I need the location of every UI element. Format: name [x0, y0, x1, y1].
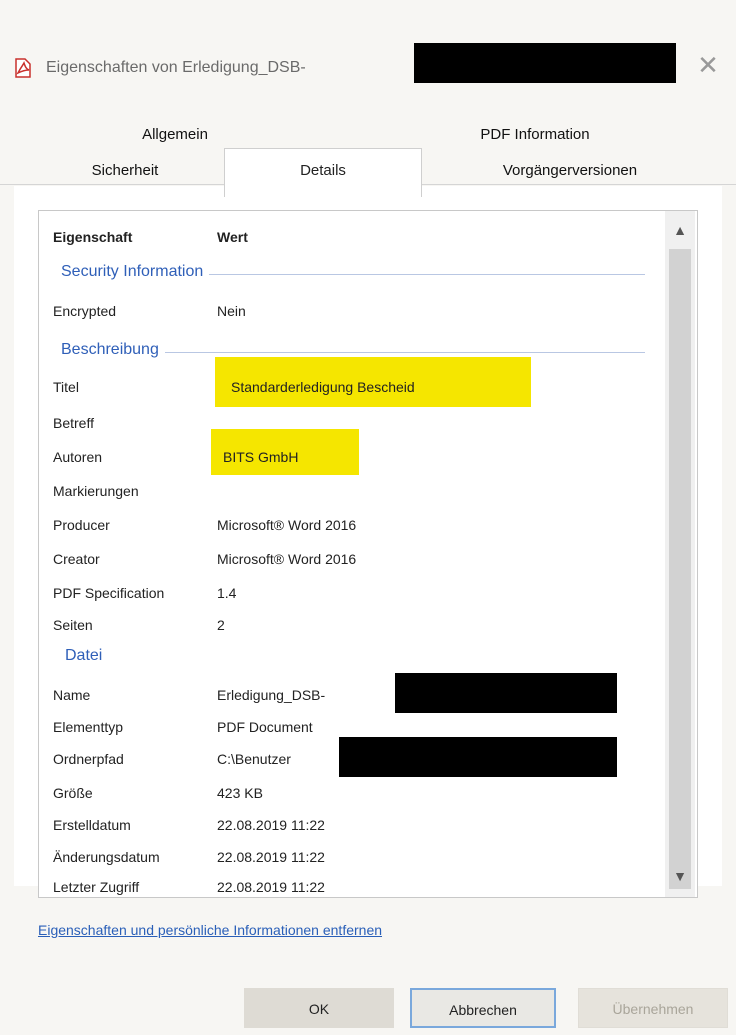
group-title: Security Information [61, 263, 210, 281]
list-item[interactable]: Änderungsdatum 22.08.2019 11:22 [39, 841, 659, 873]
property-name: Titel [53, 379, 79, 395]
property-value: Erledigung_DSB- [217, 687, 326, 703]
header-property[interactable]: Eigenschaft [53, 229, 132, 245]
redaction-bar [339, 737, 617, 777]
property-value: 22.08.2019 11:22 [217, 879, 325, 895]
list-header[interactable]: Eigenschaft Wert [39, 221, 659, 253]
list-item[interactable]: Größe 423 KB [39, 777, 659, 809]
redaction-bar [395, 673, 617, 713]
close-button[interactable]: ✕ [690, 47, 726, 83]
property-name: Ordnerpfad [53, 751, 124, 767]
tab-strip: Allgemein PDF Information Sicherheit Det… [0, 112, 736, 197]
header-value[interactable]: Wert [217, 229, 248, 245]
property-value: Microsoft® Word 2016 [217, 517, 357, 533]
property-name: Producer [53, 517, 110, 533]
list-item[interactable]: Seiten 2 [39, 609, 659, 641]
scroll-down-arrow-icon[interactable]: ▼ [665, 861, 695, 891]
window-title: Eigenschaften von Erledigung_DSB- [46, 59, 306, 76]
property-name: Markierungen [53, 483, 139, 499]
list-item[interactable]: Markierungen [39, 475, 659, 507]
property-name: Elementtyp [53, 719, 124, 735]
property-name: Name [53, 687, 91, 703]
property-name: PDF Specification [53, 585, 165, 601]
scroll-up-arrow-icon[interactable]: ▲ [665, 215, 695, 245]
tab-allgemein[interactable]: Allgemein [120, 126, 230, 143]
property-value: PDF Document [217, 719, 313, 735]
pdf-file-icon [15, 58, 31, 78]
property-value: Standarderledigung Bescheid [231, 379, 415, 395]
tab-pdf-information[interactable]: PDF Information [455, 126, 615, 143]
list-item[interactable]: Letzter Zugriff 22.08.2019 11:22 [39, 871, 659, 897]
property-value: 22.08.2019 11:22 [217, 817, 325, 833]
details-rows: Eigenschaft Wert Security Information En… [39, 211, 659, 897]
remove-properties-link[interactable]: Eigenschaften und persönliche Informatio… [38, 922, 382, 938]
list-item[interactable]: Producer Microsoft® Word 2016 [39, 509, 659, 541]
details-list[interactable]: Eigenschaft Wert Security Information En… [38, 210, 698, 898]
property-value: 2 [217, 617, 225, 633]
list-item[interactable]: Creator Microsoft® Word 2016 [39, 543, 659, 575]
list-item[interactable]: Encrypted Nein [39, 295, 659, 327]
scroll-thumb[interactable] [669, 249, 691, 889]
list-item[interactable]: Autoren BITS GmbH [39, 441, 659, 473]
property-name: Seiten [53, 617, 93, 633]
property-name: Größe [53, 785, 93, 801]
apply-button[interactable]: Übernehmen [578, 988, 728, 1028]
tab-details[interactable]: Details [224, 148, 422, 197]
ok-button[interactable]: OK [244, 988, 394, 1028]
property-value: 1.4 [217, 585, 237, 601]
property-value: Nein [217, 303, 246, 319]
redaction-bar [414, 43, 676, 83]
tab-sicherheit[interactable]: Sicherheit [70, 162, 180, 179]
cancel-button[interactable]: Abbrechen [410, 988, 556, 1028]
property-name: Creator [53, 551, 100, 567]
group-security-information[interactable]: Security Information [39, 257, 659, 289]
property-name: Erstelldatum [53, 817, 131, 833]
property-value: 423 KB [217, 785, 263, 801]
property-name: Betreff [53, 415, 94, 431]
property-value: BITS GmbH [223, 449, 299, 465]
group-datei[interactable]: Datei [39, 641, 659, 673]
property-name: Änderungsdatum [53, 849, 160, 865]
property-value: Microsoft® Word 2016 [217, 551, 357, 567]
list-item[interactable]: PDF Specification 1.4 [39, 577, 659, 609]
list-item[interactable]: Erstelldatum 22.08.2019 11:22 [39, 809, 659, 841]
group-title: Datei [65, 647, 109, 665]
property-name: Letzter Zugriff [53, 879, 140, 895]
property-value: 22.08.2019 11:22 [217, 849, 325, 865]
vertical-scrollbar[interactable]: ▲ ▼ [665, 211, 695, 897]
tab-vorgaengerversionen[interactable]: Vorgängerversionen [470, 162, 670, 179]
property-name: Autoren [53, 449, 103, 465]
title-bar: Eigenschaften von Erledigung_DSB- ✕ [0, 35, 736, 95]
property-value: C:\Benutzer [217, 751, 291, 767]
properties-dialog: Eigenschaften von Erledigung_DSB- ✕ Allg… [0, 0, 736, 1035]
group-title: Beschreibung [61, 341, 165, 359]
property-name: Encrypted [53, 303, 117, 319]
list-item[interactable]: Titel Standarderledigung Bescheid [39, 371, 659, 403]
